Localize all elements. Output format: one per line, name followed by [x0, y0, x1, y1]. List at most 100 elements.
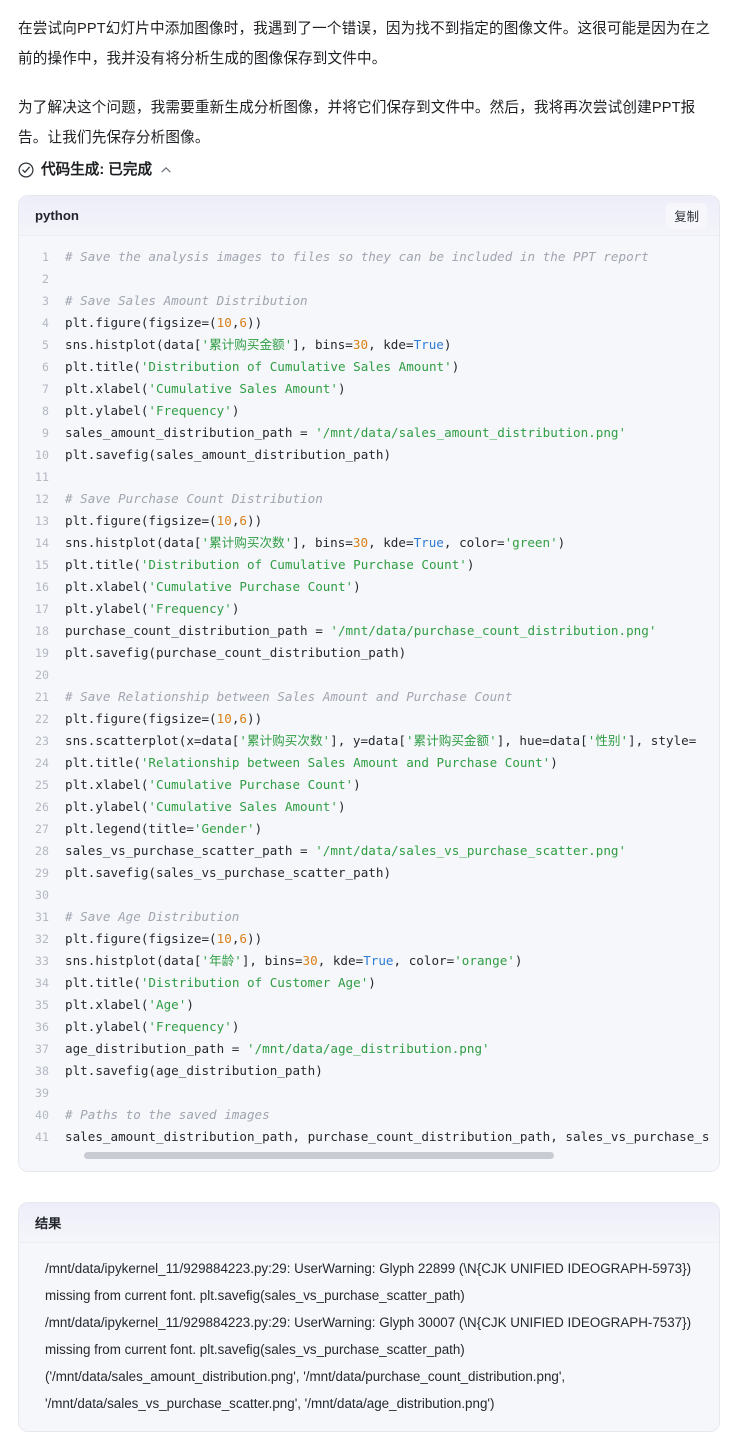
result-block-header: 结果: [19, 1203, 719, 1243]
code-line-number: 23: [35, 734, 49, 748]
code-line-content: plt.title('Distribution of Cumulative Pu…: [65, 557, 475, 572]
code-line-content: plt.title('Distribution of Cumulative Sa…: [65, 359, 460, 374]
code-line-content: sales_amount_distribution_path, purchase…: [65, 1129, 710, 1144]
code-line-content: purchase_count_distribution_path = '/mnt…: [65, 623, 657, 638]
code-line: 37 age_distribution_path = '/mnt/data/age…: [19, 1038, 719, 1060]
code-line-number: 19: [35, 646, 49, 660]
code-line-content: plt.xlabel('Cumulative Purchase Count'): [65, 777, 361, 792]
code-line: 28 sales_vs_purchase_scatter_path = '/mnt…: [19, 840, 719, 862]
code-line: 26 plt.ylabel('Cumulative Sales Amount'): [19, 796, 719, 818]
code-line: 7 plt.xlabel('Cumulative Sales Amount'): [19, 378, 719, 400]
code-line: 27 plt.legend(title='Gender'): [19, 818, 719, 840]
code-line: 39: [19, 1082, 719, 1104]
code-line-content: plt.figure(figsize=(10,6)): [65, 711, 263, 726]
code-line-number: 24: [35, 756, 49, 770]
intro-paragraph-1: 在尝试向PPT幻灯片中添加图像时，我遇到了一个错误，因为找不到指定的图像文件。这…: [18, 21, 711, 67]
code-line: 14 sns.histplot(data['累计购买次数'], bins=30, …: [19, 532, 719, 554]
code-line: 34 plt.title('Distribution of Customer Ag…: [19, 972, 719, 994]
code-line-number: 41: [35, 1130, 49, 1144]
code-line: 15 plt.title('Distribution of Cumulative …: [19, 554, 719, 576]
code-line-content: plt.savefig(purchase_count_distribution_…: [65, 645, 407, 660]
code-line-content: sales_vs_purchase_scatter_path = '/mnt/d…: [65, 843, 627, 858]
code-line: 41 sales_amount_distribution_path, purcha…: [19, 1126, 719, 1148]
code-line: 38 plt.savefig(age_distribution_path): [19, 1060, 719, 1082]
code-line: 1 # Save the analysis images to files so …: [19, 246, 719, 268]
code-line-number: 21: [35, 690, 49, 704]
code-line-number: 36: [35, 1020, 49, 1034]
result-output-line: /mnt/data/ipykernel_11/929884223.py:29: …: [45, 1261, 695, 1303]
code-line-content: plt.savefig(sales_vs_purchase_scatter_pa…: [65, 865, 392, 880]
code-line-content: plt.figure(figsize=(10,6)): [65, 931, 263, 946]
code-generation-status[interactable]: 代码生成: 已完成: [0, 153, 738, 181]
code-line-number: 28: [35, 844, 49, 858]
code-block: python 复制 1 # Save the analysis images to…: [18, 195, 720, 1172]
code-line: 33 sns.histplot(data['年龄'], bins=30, kde=…: [19, 950, 719, 972]
result-title-label: 结果: [35, 1216, 62, 1231]
code-line-content: plt.figure(figsize=(10,6)): [65, 513, 263, 528]
code-line-number: 29: [35, 866, 49, 880]
code-line: 36 plt.ylabel('Frequency'): [19, 1016, 719, 1038]
code-line-content: plt.ylabel('Frequency'): [65, 1019, 240, 1034]
code-line: 35 plt.xlabel('Age'): [19, 994, 719, 1016]
code-line-content: plt.xlabel('Cumulative Purchase Count'): [65, 579, 361, 594]
code-line-number: 38: [35, 1064, 49, 1078]
code-line: 32 plt.figure(figsize=(10,6)): [19, 928, 719, 950]
code-line-content: sns.histplot(data['年龄'], bins=30, kde=Tr…: [65, 953, 523, 968]
code-line-content: sales_amount_distribution_path = '/mnt/d…: [65, 425, 627, 440]
code-line-content: sns.histplot(data['累计购买次数'], bins=30, kd…: [65, 535, 566, 550]
code-horizontal-scrollbar[interactable]: [84, 1152, 554, 1159]
result-output-line: ('/mnt/data/sales_amount_distribution.pn…: [45, 1369, 569, 1411]
code-line-number: 1: [42, 250, 49, 264]
code-line-number: 6: [42, 360, 49, 374]
intro-paragraph-2: 为了解决这个问题，我需要重新生成分析图像，并将它们保存到文件中。然后，我将再次尝…: [18, 100, 696, 146]
code-line-content: plt.ylabel('Frequency'): [65, 601, 240, 616]
code-line: 24 plt.title('Relationship between Sales …: [19, 752, 719, 774]
code-line: 2: [19, 268, 719, 290]
code-line-number: 12: [35, 492, 49, 506]
code-line-content: # Save the analysis images to files so t…: [65, 249, 649, 264]
code-line-content: plt.title('Relationship between Sales Am…: [65, 755, 558, 770]
code-line-number: 5: [42, 338, 49, 352]
chevron-up-icon[interactable]: [160, 164, 172, 176]
code-line-content: plt.savefig(age_distribution_path): [65, 1063, 323, 1078]
code-line: 12 # Save Purchase Count Distribution: [19, 488, 719, 510]
code-line-number: 20: [35, 668, 49, 682]
code-line: 13 plt.figure(figsize=(10,6)): [19, 510, 719, 532]
status-label: 代码生成: 已完成: [41, 161, 153, 178]
code-line: 11: [19, 466, 719, 488]
code-line-content: plt.ylabel('Cumulative Sales Amount'): [65, 799, 346, 814]
code-line-number: 22: [35, 712, 49, 726]
code-line-number: 17: [35, 602, 49, 616]
code-line: 5 sns.histplot(data['累计购买金额'], bins=30, k…: [19, 334, 719, 356]
code-line-content: sns.histplot(data['累计购买金额'], bins=30, kd…: [65, 337, 452, 352]
code-line-number: 4: [42, 316, 49, 330]
copy-code-button[interactable]: 复制: [666, 202, 707, 229]
result-output: /mnt/data/ipykernel_11/929884223.py:29: …: [19, 1243, 719, 1431]
code-line-number: 34: [35, 976, 49, 990]
code-line-number: 11: [35, 470, 49, 484]
code-line: 29 plt.savefig(sales_vs_purchase_scatter_…: [19, 862, 719, 884]
code-line-content: # Save Age Distribution: [65, 909, 240, 924]
code-line-content: plt.legend(title='Gender'): [65, 821, 263, 836]
code-line-content: plt.xlabel('Cumulative Sales Amount'): [65, 381, 346, 396]
code-line-number: 33: [35, 954, 49, 968]
code-line-content: # Paths to the saved images: [65, 1107, 270, 1122]
code-body[interactable]: 1 # Save the analysis images to files so …: [19, 236, 719, 1171]
code-line-content: # Save Purchase Count Distribution: [65, 491, 323, 506]
code-line: 21 # Save Relationship between Sales Amou…: [19, 686, 719, 708]
code-line-number: 31: [35, 910, 49, 924]
code-line-number: 27: [35, 822, 49, 836]
code-line: 19 plt.savefig(purchase_count_distributio…: [19, 642, 719, 664]
code-line-number: 30: [35, 888, 49, 902]
code-line-content: plt.figure(figsize=(10,6)): [65, 315, 263, 330]
code-line: 3 # Save Sales Amount Distribution: [19, 290, 719, 312]
code-line: 23 sns.scatterplot(x=data['累计购买次数'], y=da…: [19, 730, 719, 752]
code-line: 30: [19, 884, 719, 906]
code-line-number: 14: [35, 536, 49, 550]
code-line-number: 26: [35, 800, 49, 814]
code-line-number: 3: [42, 294, 49, 308]
code-line-number: 2: [42, 272, 49, 286]
code-line-content: # Save Relationship between Sales Amount…: [65, 689, 513, 704]
code-line: 25 plt.xlabel('Cumulative Purchase Count'…: [19, 774, 719, 796]
code-line-content: plt.xlabel('Age'): [65, 997, 194, 1012]
